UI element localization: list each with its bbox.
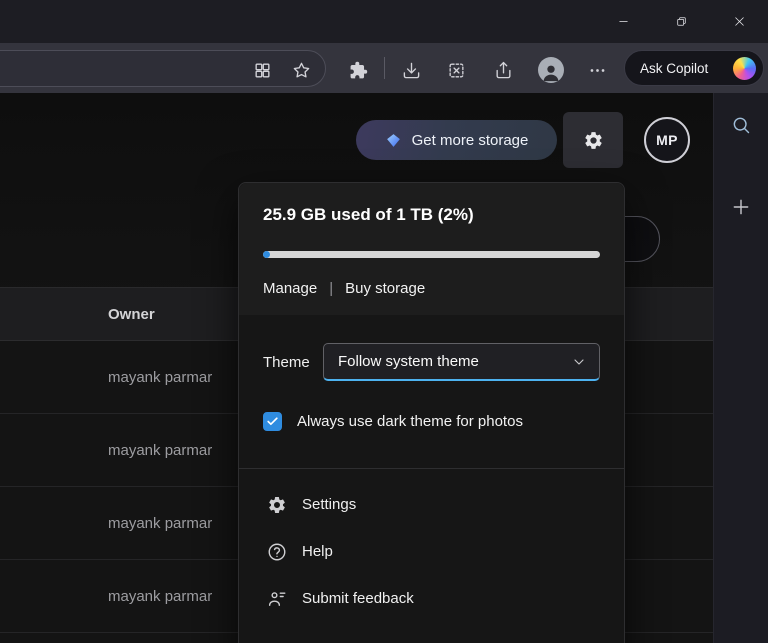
extensions-button[interactable] bbox=[342, 54, 374, 86]
dark-theme-checkbox-row[interactable]: Always use dark theme for photos bbox=[263, 412, 600, 431]
window-titlebar bbox=[0, 0, 768, 43]
close-button[interactable] bbox=[710, 0, 768, 43]
minimize-icon bbox=[617, 15, 630, 28]
profile-avatar-icon bbox=[540, 61, 562, 83]
help-icon bbox=[267, 542, 287, 562]
downloads-button[interactable] bbox=[395, 54, 427, 86]
storage-progress-bar bbox=[263, 251, 600, 258]
edge-sidebar bbox=[713, 93, 768, 643]
get-more-storage-button[interactable]: Get more storage bbox=[356, 120, 557, 160]
owner-header-label: Owner bbox=[108, 306, 155, 323]
settings-menu: Settings Help Submit feedback bbox=[263, 481, 600, 622]
browser-profile-button[interactable] bbox=[538, 57, 564, 83]
buy-storage-link[interactable]: Buy storage bbox=[345, 280, 425, 297]
storage-section: 25.9 GB used of 1 TB (2%) Manage | Buy s… bbox=[239, 183, 624, 315]
share-button[interactable] bbox=[487, 54, 519, 86]
owner-cell: mayank parmar bbox=[108, 442, 212, 459]
gear-icon bbox=[583, 130, 604, 151]
toolbar-divider bbox=[384, 57, 385, 79]
apps-grid-button[interactable] bbox=[246, 54, 278, 86]
more-options-button[interactable] bbox=[581, 54, 613, 86]
owner-cell: mayank parmar bbox=[108, 588, 212, 605]
favorites-star-icon bbox=[292, 61, 311, 80]
storage-links: Manage | Buy storage bbox=[263, 280, 600, 297]
theme-dropdown-value: Follow system theme bbox=[338, 353, 479, 370]
menu-item-settings[interactable]: Settings bbox=[263, 481, 600, 528]
close-icon bbox=[733, 15, 746, 28]
owner-cell: mayank parmar bbox=[108, 515, 212, 532]
gear-icon bbox=[267, 495, 287, 515]
get-more-storage-label: Get more storage bbox=[412, 132, 529, 149]
menu-item-label: Settings bbox=[302, 496, 356, 513]
web-capture-icon bbox=[447, 61, 466, 80]
diamond-icon bbox=[385, 132, 402, 149]
more-options-icon bbox=[588, 61, 607, 80]
browser-toolbar: Ask Copilot bbox=[0, 43, 768, 93]
settings-gear-button[interactable] bbox=[563, 112, 623, 168]
ask-copilot-label: Ask Copilot bbox=[640, 61, 708, 76]
favorites-button[interactable] bbox=[285, 54, 317, 86]
minimize-button[interactable] bbox=[594, 0, 652, 43]
menu-item-submit-feedback[interactable]: Submit feedback bbox=[263, 575, 600, 622]
menu-item-label: Submit feedback bbox=[302, 590, 414, 607]
plus-icon bbox=[731, 197, 751, 217]
avatar-initials: MP bbox=[656, 132, 678, 148]
storage-usage-text: 25.9 GB used of 1 TB (2%) bbox=[263, 205, 600, 225]
checkbox-check-icon bbox=[266, 415, 279, 428]
search-icon bbox=[731, 115, 751, 135]
share-icon bbox=[494, 61, 513, 80]
menu-item-label: Help bbox=[302, 543, 333, 560]
settings-flyout: 25.9 GB used of 1 TB (2%) Manage | Buy s… bbox=[238, 182, 625, 643]
dark-theme-checkbox[interactable] bbox=[263, 412, 282, 431]
extensions-icon bbox=[349, 61, 368, 80]
apps-grid-icon bbox=[253, 61, 272, 80]
sidebar-add-button[interactable] bbox=[723, 189, 759, 225]
restore-button[interactable] bbox=[652, 0, 710, 43]
theme-row: Theme Follow system theme bbox=[263, 343, 600, 381]
owner-cell: mayank parmar bbox=[108, 369, 212, 386]
menu-item-help[interactable]: Help bbox=[263, 528, 600, 575]
storage-progress-fill bbox=[263, 251, 270, 258]
theme-dropdown[interactable]: Follow system theme bbox=[323, 343, 600, 381]
feedback-icon bbox=[267, 589, 287, 609]
theme-label: Theme bbox=[263, 354, 309, 371]
ask-copilot-button[interactable]: Ask Copilot bbox=[624, 50, 764, 86]
download-icon bbox=[402, 61, 421, 80]
copilot-icon bbox=[733, 57, 756, 80]
account-avatar[interactable]: MP bbox=[644, 117, 690, 163]
links-separator: | bbox=[329, 280, 333, 297]
dark-theme-checkbox-label: Always use dark theme for photos bbox=[297, 413, 523, 430]
manage-link[interactable]: Manage bbox=[263, 280, 317, 297]
sidebar-search-button[interactable] bbox=[723, 107, 759, 143]
web-capture-button[interactable] bbox=[440, 54, 472, 86]
restore-icon bbox=[675, 15, 688, 28]
chevron-down-icon bbox=[571, 354, 587, 370]
browser-window: Ask Copilot Get more storage MP Owner ma… bbox=[0, 0, 768, 643]
panel-divider bbox=[239, 468, 624, 469]
settings-section: Theme Follow system theme Always use dar… bbox=[239, 343, 624, 622]
